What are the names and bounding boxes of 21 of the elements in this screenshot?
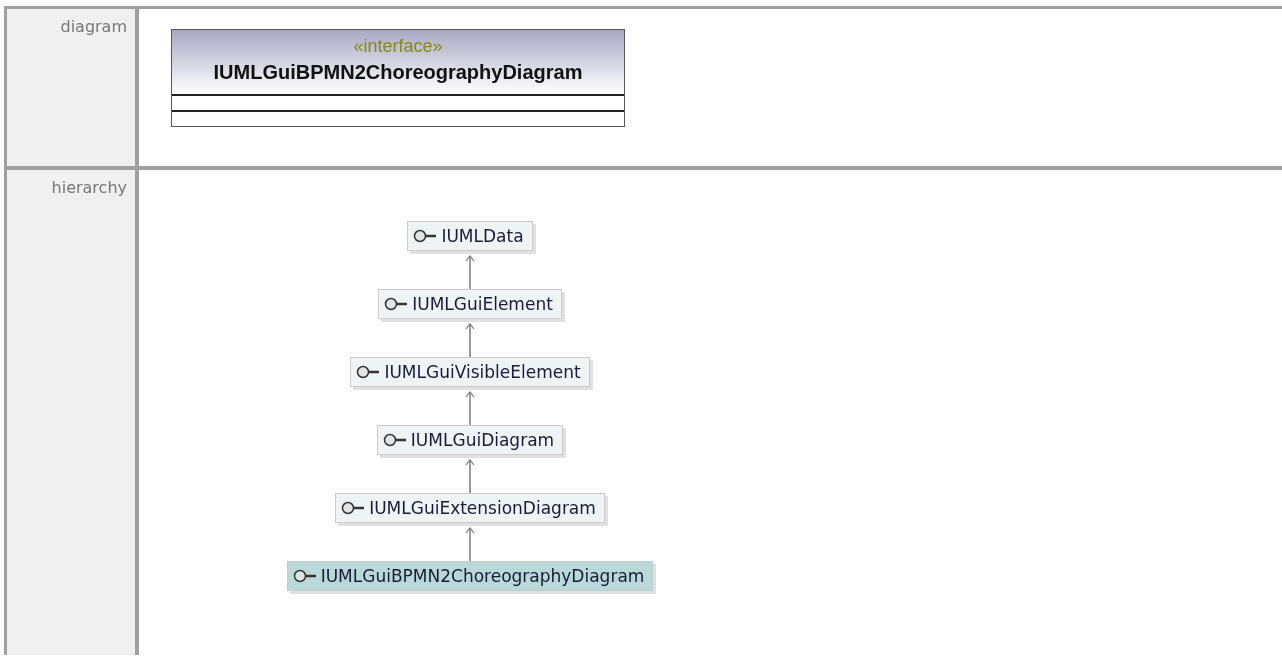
- inheritance-arrow: [465, 459, 475, 493]
- inheritance-arrow: [465, 323, 475, 357]
- interface-icon: [413, 229, 438, 243]
- inheritance-arrow: [465, 527, 475, 561]
- interface-node[interactable]: IUMLGuiVisibleElement: [350, 357, 590, 387]
- interface-icon: [356, 365, 381, 379]
- interface-node[interactable]: IUMLGuiDiagram: [376, 425, 564, 455]
- interface-node[interactable]: IUMLData: [407, 221, 533, 251]
- inheritance-arrow: [465, 255, 475, 289]
- interface-node[interactable]: IUMLGuiElement: [378, 289, 562, 319]
- class-name: IUMLGuiBPMN2ChoreographyDiagram: [212, 61, 584, 84]
- row-label: hierarchy: [51, 178, 127, 197]
- interface-node[interactable]: IUMLGuiExtensionDiagram: [335, 493, 605, 523]
- interface-icon: [384, 297, 409, 311]
- inheritance-arrow: [465, 391, 475, 425]
- stereotype-label: «interface»: [352, 36, 444, 57]
- interface-node[interactable]: IUMLGuiBPMN2ChoreographyDiagram: [286, 561, 654, 591]
- interface-icon: [341, 501, 366, 515]
- interface-icon: [382, 433, 407, 447]
- row-label: diagram: [60, 17, 127, 36]
- interface-icon: [292, 569, 317, 583]
